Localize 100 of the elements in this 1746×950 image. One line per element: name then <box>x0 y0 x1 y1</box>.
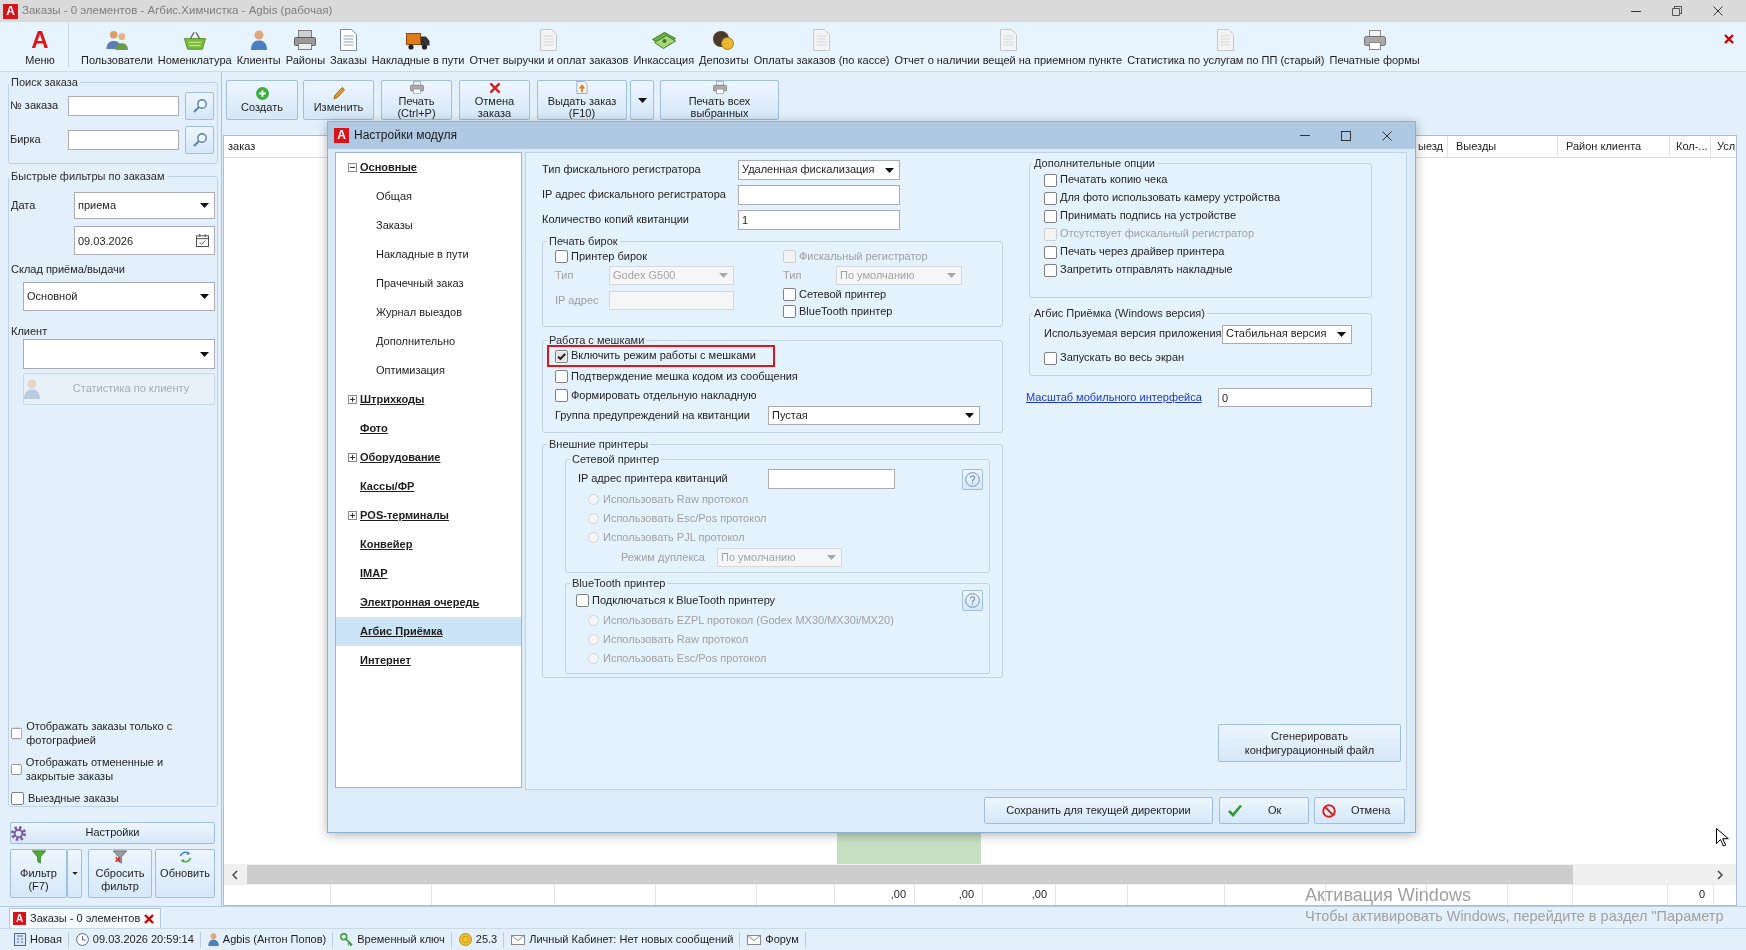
ribbon-button[interactable]: Номенклатура <box>155 28 234 67</box>
expand-icon[interactable] <box>348 453 357 462</box>
reset-filter-button[interactable]: Сбросить фильтр <box>88 849 152 898</box>
column-header[interactable]: Выезды <box>1448 136 1558 157</box>
toolbar-button[interactable]: Печать (Ctrl+P) <box>381 80 452 120</box>
ribbon-button[interactable]: Районы <box>283 28 328 67</box>
tree-item[interactable]: Интернет <box>336 646 521 675</box>
checkbox[interactable] <box>555 250 568 263</box>
tree-item[interactable]: Накладные в пути <box>336 240 521 269</box>
ribbon-button[interactable]: Депозиты <box>697 28 751 67</box>
date-field[interactable]: 09.03.2026 <box>74 226 215 255</box>
dropdown[interactable]: Стабильная версия <box>1222 324 1352 344</box>
checkbox[interactable] <box>11 762 22 776</box>
checkbox[interactable] <box>783 288 796 301</box>
tree-item[interactable]: Дополнительно <box>336 327 521 356</box>
column-header[interactable]: Район клиента <box>1558 136 1670 157</box>
checkbox[interactable] <box>1044 351 1057 365</box>
ribbon-button[interactable]: Отчет о наличии вещей на приемном пункте <box>892 28 1125 67</box>
text-field[interactable] <box>68 130 179 150</box>
ribbon-button[interactable]: Накладные в пути <box>369 28 467 67</box>
toolbar-button[interactable]: Отмена заказа <box>459 80 530 120</box>
toolbar-button[interactable]: Выдать заказ (F10) <box>537 80 627 120</box>
collapse-icon[interactable] <box>348 163 357 172</box>
checkbox-label: Включить режим работы с мешками <box>571 349 756 363</box>
column-header[interactable]: Кол-... <box>1670 136 1711 157</box>
ok-button[interactable]: Ок <box>1219 797 1309 824</box>
toolbar-button[interactable]: Создать <box>226 80 298 120</box>
search-button[interactable] <box>185 126 214 154</box>
checkbox[interactable] <box>1044 173 1057 187</box>
cancel-button[interactable]: Отмена <box>1314 797 1405 824</box>
date-input[interactable]: 09.03.2026 <box>78 230 188 251</box>
checkbox-label: Отсутствует фискальный регистратор <box>1060 227 1255 241</box>
checkbox[interactable] <box>576 594 589 607</box>
expand-icon[interactable] <box>348 395 357 404</box>
field-label: Количество копий квитанции <box>542 213 690 227</box>
checkbox[interactable] <box>555 370 568 383</box>
tree-item[interactable]: Оборудование <box>336 443 521 472</box>
ribbon-button[interactable]: Отчет выручки и оплат заказов <box>467 28 631 67</box>
close-icon[interactable] <box>1724 34 1734 44</box>
close-icon[interactable] <box>144 913 155 924</box>
toolbar-button[interactable]: Печать всех выбранных <box>660 80 779 120</box>
tree-item[interactable]: Журнал выездов <box>336 298 521 327</box>
search-button[interactable] <box>185 92 214 120</box>
tree-item[interactable]: Конвейер <box>336 530 521 559</box>
dropdown[interactable]: приема <box>74 192 215 219</box>
horizontal-scrollbar[interactable] <box>224 864 1736 885</box>
text-field[interactable] <box>738 185 900 205</box>
help-button[interactable] <box>962 468 983 490</box>
chevron-right-icon[interactable] <box>1717 869 1723 880</box>
ribbon-button[interactable]: Печатные формы <box>1327 28 1422 67</box>
ribbon-button[interactable]: Статистика по услугам по ПП (старый) <box>1125 28 1327 67</box>
expand-icon[interactable] <box>348 511 357 520</box>
tree-item[interactable]: Заказы <box>336 211 521 240</box>
checkbox[interactable] <box>555 349 568 363</box>
dropdown[interactable] <box>23 339 215 369</box>
scrollbar-thumb[interactable] <box>247 865 1573 884</box>
dropdown[interactable]: Удаленная фискализация <box>738 160 900 180</box>
text-field[interactable] <box>768 469 895 489</box>
ribbon-button[interactable]: Заказы <box>328 28 369 67</box>
ribbon-button[interactable]: Клиенты <box>234 28 283 67</box>
tree-item[interactable]: Общая <box>336 182 521 211</box>
menu-button[interactable]: A Меню <box>17 28 63 67</box>
ribbon-button[interactable]: Инкассация <box>631 28 697 67</box>
generate-button[interactable]: Сгенерировать конфигурационный файл <box>1218 724 1401 762</box>
tree-item[interactable]: POS-терминалы <box>336 501 521 530</box>
checkbox[interactable] <box>783 305 796 318</box>
tree-item[interactable]: Штрихкоды <box>336 385 521 414</box>
tree-item[interactable]: Агбис Приёмка <box>336 617 521 646</box>
tree-item[interactable]: Электронная очередь <box>336 588 521 617</box>
document-tab[interactable]: A Заказы - 0 элементов <box>9 908 162 928</box>
chevron-left-icon[interactable] <box>232 869 238 880</box>
ribbon-button[interactable]: Оплаты заказов (по кассе) <box>751 28 892 67</box>
tree-item[interactable]: Прачечный заказ <box>336 269 521 298</box>
column-header[interactable]: Усл <box>1711 136 1736 157</box>
help-button[interactable] <box>962 590 983 611</box>
tree-item[interactable]: IMAP <box>336 559 521 588</box>
text-field[interactable]: 1 <box>738 210 900 230</box>
refresh-button[interactable]: Обновить <box>155 849 215 898</box>
checkbox[interactable] <box>1044 209 1057 223</box>
save-button[interactable]: Сохранить для текущей директории <box>984 797 1213 824</box>
checkbox[interactable] <box>555 389 568 402</box>
checkbox[interactable] <box>1044 263 1057 277</box>
link[interactable]: Масштаб мобильного интерфейса <box>1026 390 1218 405</box>
tree-item[interactable]: Кассы/ФР <box>336 472 521 501</box>
checkbox[interactable] <box>11 791 24 805</box>
text-field[interactable] <box>68 96 179 116</box>
checkbox[interactable] <box>1044 191 1057 205</box>
filter-button[interactable]: Фильтр (F7) <box>10 849 67 898</box>
toolbar-button[interactable]: Изменить <box>303 80 374 120</box>
dropdown[interactable]: Пустая <box>768 406 980 425</box>
ribbon-button[interactable]: Пользователи <box>79 28 155 67</box>
help-icon <box>965 593 980 608</box>
tree-item[interactable]: Фото <box>336 414 521 443</box>
text-field[interactable]: 0 <box>1218 388 1372 407</box>
checkbox[interactable] <box>1044 245 1057 259</box>
tree-item[interactable]: Оптимизация <box>336 356 521 385</box>
checkbox[interactable] <box>11 726 23 740</box>
dropdown[interactable]: Основной <box>23 282 215 311</box>
settings-button[interactable]: Настройки <box>10 822 215 844</box>
dropdown-button[interactable] <box>630 80 654 120</box>
